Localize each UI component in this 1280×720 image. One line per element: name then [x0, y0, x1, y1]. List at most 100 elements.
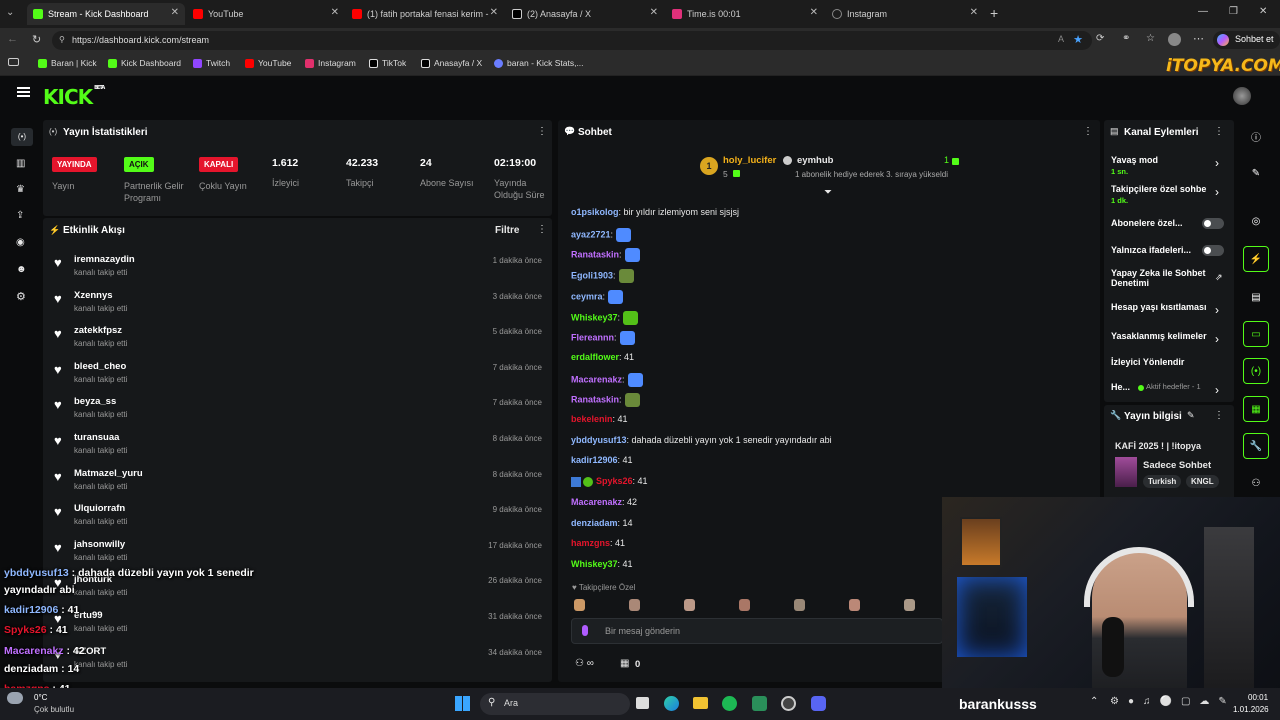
tab-list-chevron-icon[interactable]: ⌄	[6, 7, 20, 21]
camera-icon[interactable]: ◉	[16, 237, 25, 248]
chat-username[interactable]: ybddyusuf13	[571, 435, 627, 445]
emote-icon[interactable]	[616, 227, 632, 242]
category-thumbnail[interactable]	[1115, 457, 1137, 487]
copilot-button[interactable]: Sohbet et	[1213, 31, 1280, 49]
toggle-switch[interactable]	[1202, 245, 1224, 256]
event-row[interactable]: ♥ Matmazel_yuru kanalı takip etti 8 daki…	[43, 466, 552, 498]
tag-chip[interactable]: KNGL	[1186, 475, 1219, 488]
recipient-name[interactable]: eymhub	[797, 155, 833, 166]
category-name[interactable]: Sadece Sohbet	[1143, 460, 1211, 471]
emote-icon[interactable]	[627, 372, 643, 387]
bookmark-kick-stats[interactable]: baran - Kick Stats,...	[494, 58, 584, 68]
capture-icon[interactable]: ◎	[1243, 208, 1269, 234]
chat-username[interactable]: Whiskey37	[571, 312, 618, 322]
activity-more-icon[interactable]: ⋮	[537, 224, 547, 235]
users-toggle-icon[interactable]: ⚇	[1243, 470, 1269, 496]
url-field[interactable]: ⚲ https://dashboard.kick.com/stream A ★	[52, 31, 1092, 50]
chat-username[interactable]: Macarenakz	[571, 497, 622, 507]
tab-x[interactable]: (2) Anasayfa / X ✕	[506, 3, 664, 25]
bookmark-baran-kick[interactable]: Baran | Kick	[38, 58, 97, 68]
pencil-icon[interactable]: ✎	[1243, 160, 1269, 186]
tab-instagram[interactable]: Instagram ✕	[826, 3, 984, 25]
channel-actions-toggle-icon[interactable]: ▦	[1243, 396, 1269, 422]
chat-settings-icon[interactable]: ⚇ ∞	[575, 658, 594, 669]
bookmark-kick-dashboard[interactable]: Kick Dashboard	[108, 58, 181, 68]
weather-icon[interactable]	[7, 692, 23, 704]
tray-chevron-icon[interactable]: ⌃	[1090, 696, 1098, 707]
close-tab-icon[interactable]: ✕	[650, 7, 658, 18]
favorite-star-icon[interactable]: ★	[1073, 33, 1083, 46]
chat-toggle-icon[interactable]: ▭	[1243, 321, 1269, 347]
emote-icon[interactable]	[624, 248, 640, 263]
spotify-icon[interactable]	[722, 696, 737, 711]
event-row[interactable]: ♥ Ulquiorrafn kanalı takip etti 9 dakika…	[43, 501, 552, 533]
event-username[interactable]: Ulquiorrafn	[74, 503, 125, 514]
tag-chip[interactable]: Turkish	[1143, 475, 1182, 488]
info-icon[interactable]: ⓘ	[1243, 123, 1269, 149]
file-explorer-icon[interactable]	[693, 697, 708, 709]
broadcast-toggle-icon[interactable]: (•)	[1243, 358, 1269, 384]
close-tab-icon[interactable]: ✕	[490, 7, 498, 18]
users-icon[interactable]: ☻	[16, 264, 27, 275]
kick-logo[interactable]: KICK BETA	[43, 85, 105, 109]
event-username[interactable]: jahsonwilly	[74, 539, 125, 550]
chat-more-icon[interactable]: ⋮	[1083, 126, 1093, 137]
event-row[interactable]: ♥ beyza_ss kanalı takip etti 7 dakika ön…	[43, 394, 552, 426]
app-icon[interactable]	[752, 696, 767, 711]
chat-username[interactable]: ayaz2721	[571, 229, 611, 239]
emote-icon[interactable]	[619, 331, 635, 346]
chat-username[interactable]: Egoli1903	[571, 270, 613, 280]
external-link-icon[interactable]: ⇗	[1215, 272, 1223, 283]
event-row[interactable]: ♥ bleed_cheo kanalı takip etti 7 dakika …	[43, 359, 552, 391]
event-row[interactable]: ♥ SZORT kanalı takip etti 34 dakika önce	[43, 644, 552, 676]
quick-action-icon[interactable]: ⚡	[1243, 246, 1269, 272]
pin-collapse-icon[interactable]: ⏷	[824, 187, 832, 198]
emote-icon[interactable]	[623, 310, 639, 325]
upload-icon[interactable]: ⇪	[16, 210, 24, 221]
more-menu-icon[interactable]: ⋯	[1193, 32, 1204, 45]
chat-username[interactable]: ceymra	[571, 291, 603, 301]
tab-youtube-video[interactable]: (1) fatih portakal fenasi kerim - Yo ✕	[346, 3, 504, 25]
start-windows-icon[interactable]	[455, 696, 470, 711]
clock-time[interactable]: 00:01	[1248, 693, 1268, 702]
event-username[interactable]: zatekkfpsz	[74, 325, 122, 336]
chat-username[interactable]: bekelenin	[571, 414, 613, 424]
close-tab-icon[interactable]: ✕	[171, 7, 179, 18]
new-tab-button[interactable]: +	[990, 5, 998, 21]
chat-username[interactable]: Whiskey37	[571, 559, 618, 569]
close-tab-icon[interactable]: ✕	[331, 7, 339, 18]
emote-icon[interactable]	[618, 269, 634, 284]
event-row[interactable]: ♥ jahsonwilly kanalı takip etti 17 dakik…	[43, 537, 552, 569]
search-box[interactable]: ⚲ Ara	[480, 693, 630, 715]
chat-input[interactable]: Bir mesaj gönderin	[571, 618, 943, 644]
chevron-right-icon[interactable]: ›	[1215, 383, 1219, 397]
event-username[interactable]: beyza_ss	[74, 396, 116, 407]
split-screen-icon[interactable]: ⚭	[1122, 33, 1130, 44]
favorites-icon[interactable]: ☆	[1146, 33, 1155, 44]
event-username[interactable]: Matmazel_yuru	[74, 468, 143, 479]
chat-username[interactable]: erdalflower	[571, 352, 619, 362]
close-window-button[interactable]: ✕	[1259, 6, 1267, 17]
reload-icon[interactable]: ↻	[32, 33, 41, 46]
profile-avatar[interactable]	[1168, 33, 1181, 46]
emote-icon[interactable]	[629, 599, 640, 611]
mic-icon[interactable]	[582, 625, 588, 636]
emote-icon[interactable]	[849, 599, 860, 611]
dashboard-icon[interactable]: ▥	[16, 158, 25, 169]
bookmark-x[interactable]: Anasayfa / X	[421, 58, 482, 68]
event-row[interactable]: ♥ ertu99 kanalı takip etti 31 dakika önc…	[43, 608, 552, 640]
chat-username[interactable]: hamzgns	[571, 538, 610, 548]
chevron-right-icon[interactable]: ›	[1215, 303, 1219, 317]
event-username[interactable]: iremnazaydin	[74, 254, 135, 265]
emote-icon[interactable]	[624, 393, 640, 408]
edge-icon[interactable]	[664, 696, 679, 711]
event-username[interactable]: Xzennys	[74, 290, 113, 301]
emote-icon[interactable]	[739, 599, 750, 611]
maximize-button[interactable]: ❐	[1229, 6, 1238, 17]
taskview-icon[interactable]	[636, 697, 649, 709]
weather-temp[interactable]: 0°C	[34, 693, 47, 702]
discord-icon[interactable]	[811, 696, 826, 711]
close-tab-icon[interactable]: ✕	[970, 7, 978, 18]
chat-username[interactable]: o1psikolog	[571, 207, 619, 217]
wrench-toggle-icon[interactable]: 🔧	[1243, 433, 1269, 459]
